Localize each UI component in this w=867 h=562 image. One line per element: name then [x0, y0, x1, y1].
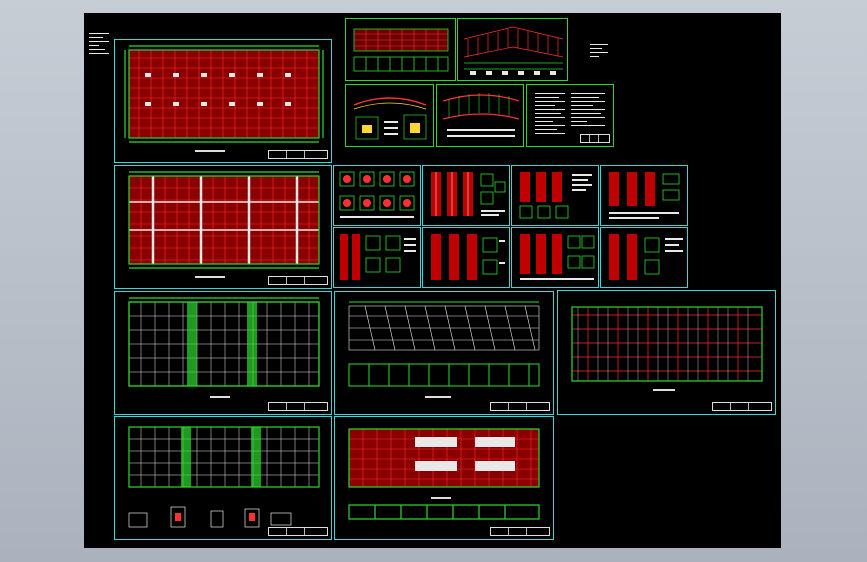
notes-column-2 [571, 93, 605, 129]
purlin-plan-drawing [571, 306, 763, 391]
notes-column-1 [535, 93, 565, 137]
sheet-column-details-3[interactable] [600, 165, 688, 226]
foundation-plan-drawing [348, 428, 540, 520]
sheet-beam-plan[interactable] [114, 291, 332, 415]
column-details-6-drawing [609, 234, 683, 280]
sheet-truss-plan[interactable] [334, 291, 554, 415]
sheet-bracing-plan[interactable] [114, 416, 332, 540]
sheet-foundation-plan[interactable] [334, 416, 554, 540]
bracing-plan-drawing [128, 426, 320, 528]
column-details-3-drawing [609, 172, 680, 219]
section-long-drawing [353, 28, 449, 72]
column-details-4-drawing [431, 234, 505, 280]
details-1-drawing [339, 171, 415, 218]
title-block [490, 402, 550, 411]
title-block [268, 276, 328, 285]
sheet-column-details-6[interactable] [600, 227, 688, 288]
sheet-notes-left [89, 33, 109, 71]
elevation-2-drawing [442, 93, 520, 137]
title-block [268, 527, 328, 536]
section-detail-drawing [463, 26, 564, 75]
sheet-column-details-5[interactable] [511, 227, 599, 288]
sheet-details-1[interactable] [333, 165, 421, 226]
title-block [268, 402, 328, 411]
title-block [490, 527, 550, 536]
column-details-1-drawing [431, 172, 506, 216]
sheet-elevation-1[interactable] [345, 84, 434, 147]
truss-plan-drawing [348, 301, 540, 398]
column-details-5-drawing [520, 234, 595, 280]
elevation-1-drawing [353, 97, 427, 140]
column-details-2-drawing [519, 172, 592, 219]
sheet-section-detail[interactable] [457, 18, 568, 81]
sheet-details-2[interactable] [333, 227, 421, 288]
title-block [712, 402, 772, 411]
details-2-drawing [340, 234, 416, 280]
sheet-roof-plan[interactable] [114, 39, 332, 163]
sheet-notes[interactable] [526, 84, 614, 147]
column-plan-drawing [128, 171, 320, 278]
roof-plan-drawing [124, 45, 324, 152]
title-block [580, 134, 610, 143]
title-block [268, 150, 328, 159]
sheet-notes-right [590, 44, 608, 82]
sheet-column-details-1[interactable] [422, 165, 510, 226]
sheet-column-details-2[interactable] [511, 165, 599, 226]
beam-plan-drawing [128, 297, 320, 398]
sheet-column-plan[interactable] [114, 165, 332, 289]
sheet-purlin-plan[interactable] [557, 290, 776, 415]
sheet-section-long[interactable] [345, 18, 456, 81]
sheet-column-details-4[interactable] [422, 227, 510, 288]
sheet-elevation-2[interactable] [436, 84, 524, 147]
